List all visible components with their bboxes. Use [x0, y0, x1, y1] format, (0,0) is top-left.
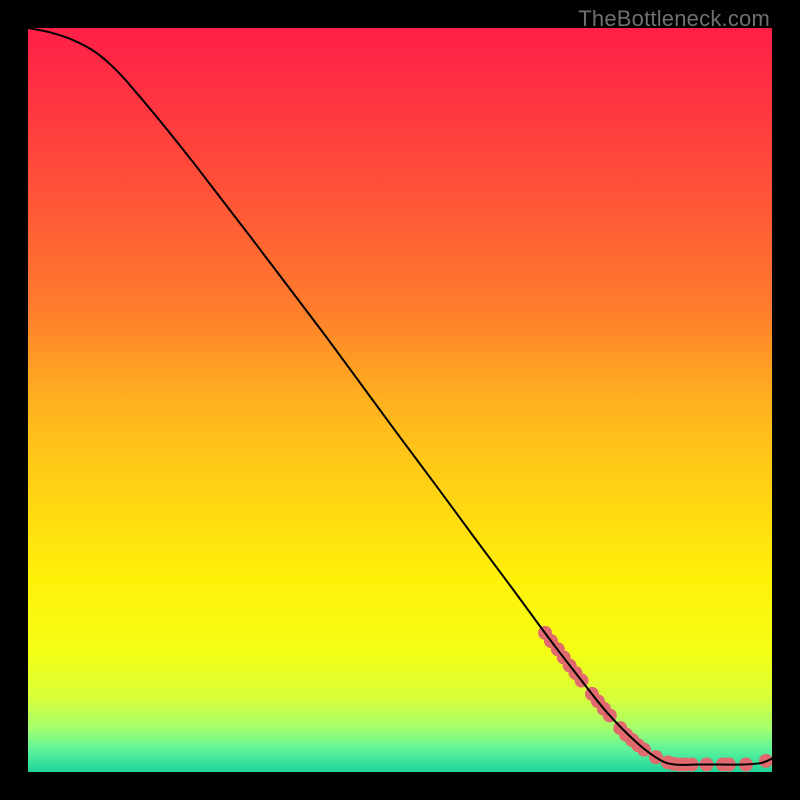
chart-svg — [28, 28, 772, 772]
chart-background — [28, 28, 772, 772]
chart-container: TheBottleneck.com — [0, 0, 800, 800]
watermark-text: TheBottleneck.com — [578, 6, 770, 32]
chart-plot-area — [28, 28, 772, 772]
